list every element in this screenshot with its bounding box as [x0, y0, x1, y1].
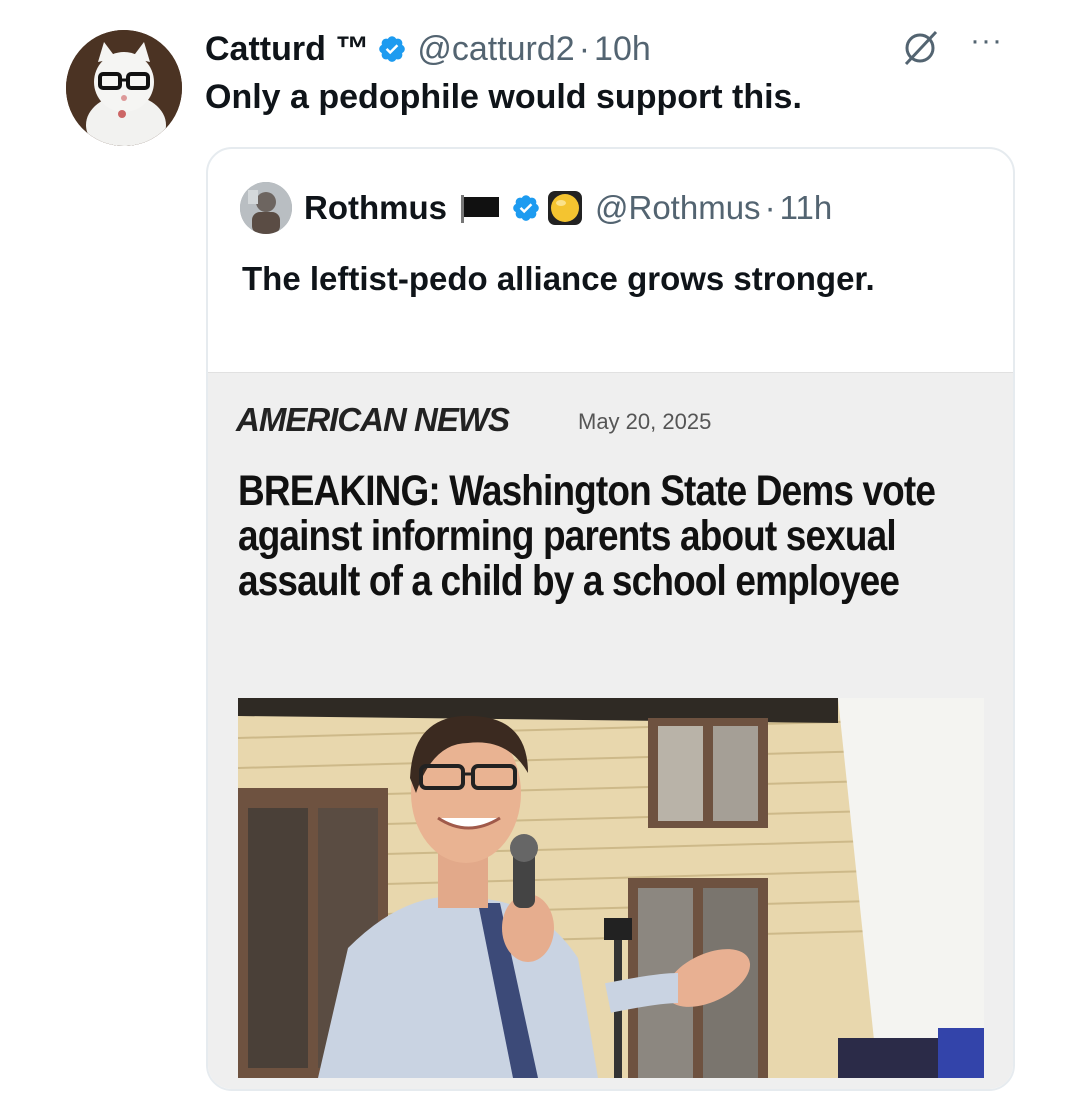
quoted-tweet-card[interactable]: Rothmus @Rothmus · 11h The leftist-pedo …: [206, 147, 1015, 1091]
yellow-orb-icon: [547, 190, 583, 226]
tweet-header: Catturd ™ @catturd2 · 10h: [205, 26, 651, 72]
quoted-tweet-text: The leftist-pedo alliance grows stronger…: [242, 260, 875, 297]
quoted-author-handle[interactable]: @Rothmus: [595, 189, 761, 227]
quoted-tweet-header: Rothmus @Rothmus · 11h: [240, 182, 833, 234]
author-name[interactable]: Catturd ™: [205, 30, 369, 69]
separator-dot: ·: [578, 29, 591, 68]
article-photo: [238, 698, 984, 1078]
author-handle[interactable]: @catturd2: [417, 30, 574, 69]
more-icon[interactable]: ···: [970, 24, 1003, 58]
article-screenshot[interactable]: AMERICAN NEWS May 20, 2025 BREAKING: Was…: [208, 372, 1013, 1089]
verified-icon: [511, 193, 541, 223]
separator-dot: ·: [764, 189, 776, 226]
article-date: May 20, 2025: [578, 409, 712, 434]
grok-icon[interactable]: [900, 28, 940, 68]
quoted-author-avatar[interactable]: [240, 182, 292, 234]
quoted-tweet-time[interactable]: 11h: [780, 189, 833, 227]
verified-icon: [377, 34, 407, 64]
tweet-text: Only a pedophile would support this.: [205, 78, 802, 116]
article-source: AMERICAN NEWS: [236, 401, 510, 438]
author-avatar[interactable]: [66, 30, 182, 146]
tweet-time[interactable]: 10h: [594, 30, 651, 69]
black-flag-icon: [459, 193, 501, 223]
article-headline: BREAKING: Washington State Dems vote aga…: [238, 467, 936, 605]
quoted-author-name[interactable]: Rothmus: [304, 189, 447, 227]
